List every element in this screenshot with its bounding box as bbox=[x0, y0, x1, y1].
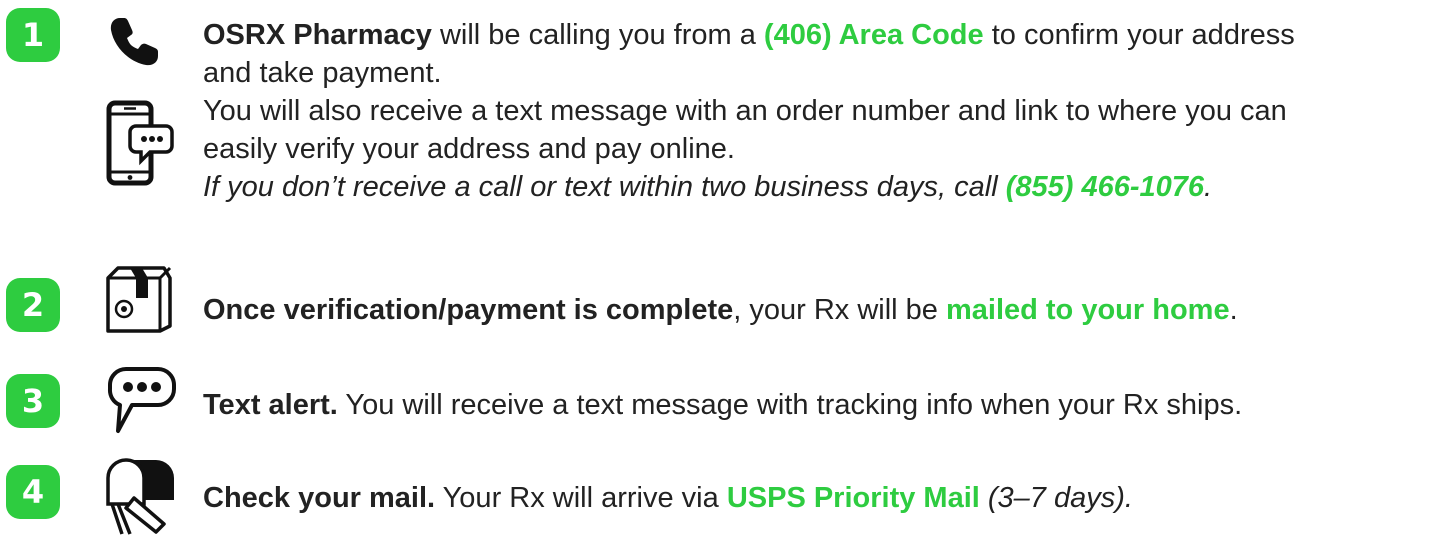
step-2-text: Once verification/payment is complete, y… bbox=[203, 291, 1433, 329]
delivery-days-note: (3–7 days). bbox=[979, 482, 1133, 514]
step-1-text-span: to confirm your address bbox=[983, 19, 1295, 51]
usps-priority-highlight: USPS Priority Mail bbox=[726, 482, 980, 514]
step-1-note: If you don’t receive a call or text with… bbox=[203, 171, 1006, 203]
step-4-line: Check your mail. Your Rx will arrive via… bbox=[203, 479, 1433, 517]
package-box-icon bbox=[104, 264, 174, 334]
step-2-badge: 2 bbox=[6, 278, 60, 332]
step-1-line-5: If you don’t receive a call or text with… bbox=[203, 168, 1433, 206]
step-1-line-1: OSRX Pharmacy will be calling you from a… bbox=[203, 16, 1433, 54]
phone-icon bbox=[106, 14, 162, 70]
support-phone-link[interactable]: (855) 466-1076 bbox=[1006, 171, 1204, 203]
smartphone-chat-icon bbox=[106, 100, 176, 188]
step-1-badge: 1 bbox=[6, 8, 60, 62]
step-3-badge: 3 bbox=[6, 374, 60, 428]
step-1-note-end: . bbox=[1204, 171, 1213, 203]
step-2-text-span: , your Rx will be bbox=[733, 294, 946, 326]
step-4-badge: 4 bbox=[6, 465, 60, 519]
step-4-text-span: Your Rx will arrive via bbox=[435, 482, 727, 514]
step-3-line: Text alert. You will receive a text mess… bbox=[203, 386, 1433, 424]
step-2-line: Once verification/payment is complete, y… bbox=[203, 291, 1433, 329]
speech-bubble-icon bbox=[106, 365, 178, 437]
mailed-home-highlight: mailed to your home bbox=[945, 294, 1230, 326]
step-1-line-4: easily verify your address and pay onlin… bbox=[203, 133, 735, 165]
step-3-text: Text alert. You will receive a text mess… bbox=[203, 386, 1433, 424]
step-2-text-end: . bbox=[1229, 294, 1238, 326]
verification-bold: Once verification/payment is complete bbox=[203, 294, 734, 326]
area-code-highlight: (406) Area Code bbox=[763, 19, 984, 51]
step-1-line-2: and take payment. bbox=[203, 57, 442, 89]
step-1-line-3: You will also receive a text message wit… bbox=[203, 95, 1287, 127]
text-alert-bold: Text alert. bbox=[203, 389, 338, 421]
step-3-text-span: You will receive a text message with tra… bbox=[337, 389, 1243, 421]
step-1-text: OSRX Pharmacy will be calling you from a… bbox=[203, 16, 1433, 206]
step-4-text: Check your mail. Your Rx will arrive via… bbox=[203, 479, 1433, 517]
check-mail-bold: Check your mail. bbox=[203, 482, 436, 514]
step-1-text-span: will be calling you from a bbox=[431, 19, 764, 51]
mailbox-icon bbox=[104, 456, 178, 536]
pharmacy-name: OSRX Pharmacy bbox=[203, 19, 432, 51]
